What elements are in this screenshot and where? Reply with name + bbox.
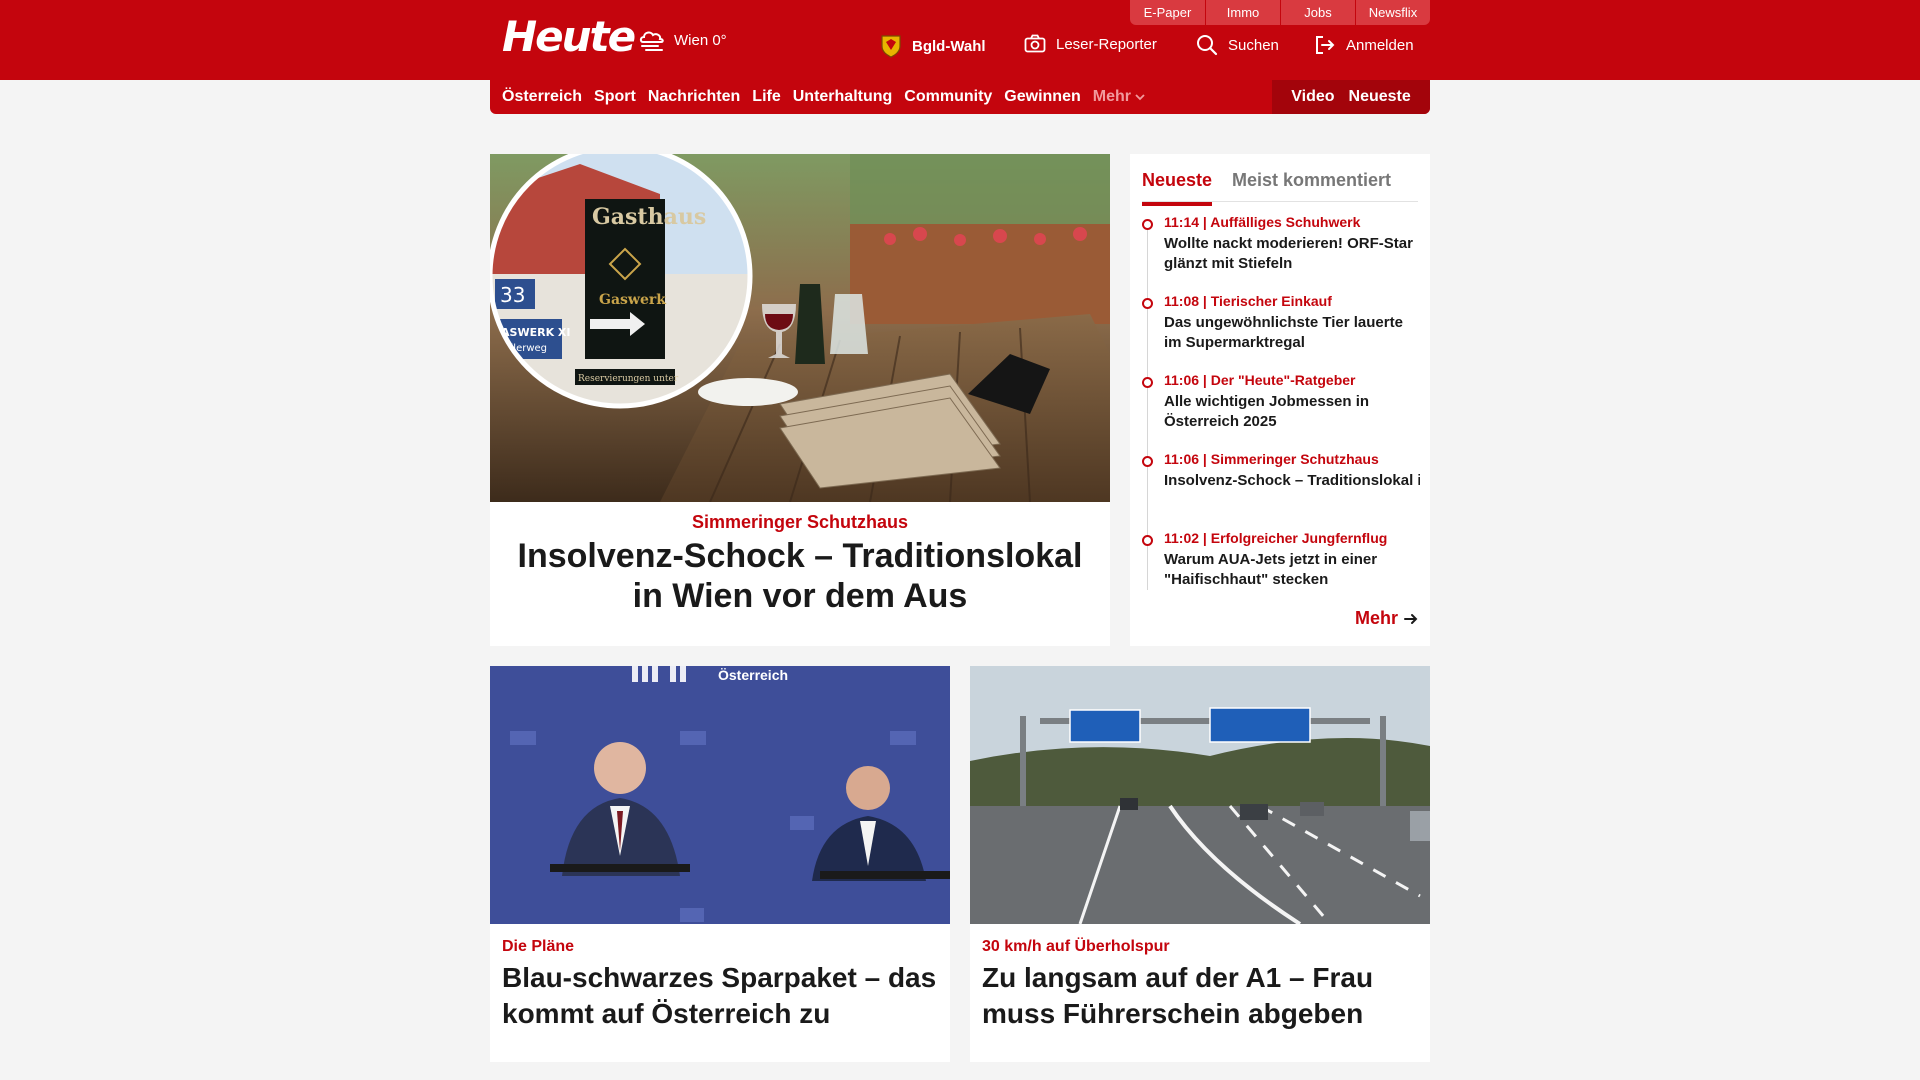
weather-label: Wien 0° xyxy=(674,31,727,49)
nav-leser-reporter-label: Leser-Reporter xyxy=(1056,35,1157,53)
article-card[interactable]: 30 km/h auf Überholspur Zu langsam auf d… xyxy=(970,666,1430,1062)
nav-bgld-wahl[interactable]: Bgld-Wahl xyxy=(880,34,986,58)
timeline-dot-icon xyxy=(1142,535,1153,546)
utility-link-epaper[interactable]: E-Paper xyxy=(1130,0,1205,25)
active-tab-indicator xyxy=(1142,202,1212,206)
restaurant-table-photo: Gasthaus Gaswerk 33 GASWERK XI Gillerweg… xyxy=(490,154,1110,502)
feed-item-title: Warum AUA-Jets jetzt in einer "Haifischh… xyxy=(1164,551,1378,588)
card-kicker: Die Pläne xyxy=(502,938,575,955)
weather-widget[interactable]: Wien 0° xyxy=(638,26,727,54)
utility-nav: E-Paper Immo Jobs Newsflix xyxy=(1130,0,1430,25)
nav-login-label: Anmelden xyxy=(1346,36,1414,54)
feed-item-title: Insolvenz-Schock – Traditionslokal in Wi… xyxy=(1164,472,1420,489)
nav-item-community[interactable]: Community xyxy=(904,88,992,106)
feed-item-meta: 11:02 | Erfolgreicher Jungfernflug xyxy=(1164,530,1388,546)
feed-item-title: Wollte nackt moderieren! ORF-Star glänzt… xyxy=(1164,235,1413,272)
highway-photo xyxy=(970,666,1430,924)
feed-item-meta: 11:06 | Simmeringer Schutzhaus xyxy=(1164,451,1379,467)
nav-item-gewinnen[interactable]: Gewinnen xyxy=(1004,88,1080,106)
camera-icon xyxy=(1024,34,1046,53)
timeline-dot-icon xyxy=(1142,377,1153,388)
nav-item-neueste[interactable]: Neueste xyxy=(1349,88,1411,106)
feed-item-meta: 11:14 | Auffälliges Schuhwerk xyxy=(1164,214,1361,230)
utility-link-jobs[interactable]: Jobs xyxy=(1280,0,1355,25)
search-icon xyxy=(1197,35,1218,56)
hero-headline[interactable]: Insolvenz-Schock – Traditionslokal in Wi… xyxy=(510,536,1090,616)
sidebar-more-label: Mehr xyxy=(1354,608,1398,628)
hero-image: Gasthaus Gaswerk 33 GASWERK XI Gillerweg… xyxy=(490,154,1110,502)
coat-of-arms-icon xyxy=(881,35,901,58)
card-headline[interactable]: Blau-schwarzes Sparpaket – das kommt auf… xyxy=(502,960,938,1032)
hero-kicker: Simmeringer Schutzhaus xyxy=(691,512,909,532)
sign-reservations: Reservierungen unter xyxy=(578,374,679,384)
feed-item-title: Das ungewöhnlichste Tier lauerte im Supe… xyxy=(1164,314,1403,351)
article-card[interactable]: Österreich Die Pläne Blau-schwarzes Spar… xyxy=(490,666,950,1062)
sidebar-more-link[interactable]: Mehr xyxy=(1355,608,1418,629)
nav-item-oesterreich[interactable]: Österreich xyxy=(502,88,582,106)
tab-neueste[interactable]: Neueste xyxy=(1142,170,1212,191)
press-conference-photo: Österreich xyxy=(490,666,950,924)
login-icon xyxy=(1316,36,1335,54)
timeline-dot-icon xyxy=(1142,219,1153,230)
card-image-caption: Österreich xyxy=(718,667,788,683)
nav-item-life[interactable]: Life xyxy=(752,88,780,106)
cloud-wind-icon xyxy=(639,31,664,51)
feed-item-meta: 11:06 | Der "Heute"-Ratgeber xyxy=(1164,372,1356,388)
nav-item-sport[interactable]: Sport xyxy=(594,88,636,106)
nav-search-label: Suchen xyxy=(1228,36,1279,54)
nav-item-more-label: Mehr xyxy=(1092,88,1131,105)
arrow-right-icon xyxy=(1404,613,1418,624)
utility-link-immo[interactable]: Immo xyxy=(1205,0,1280,25)
nav-search[interactable]: Suchen xyxy=(1196,34,1279,56)
sign-gaswerk: Gaswerk xyxy=(599,292,666,308)
latest-news-sidebar: Neueste Meist kommentiert 11:14 | Auffäl… xyxy=(1130,154,1430,646)
card-headline[interactable]: Zu langsam auf der A1 – Frau muss Führer… xyxy=(982,960,1418,1032)
nav-right-group: Video Neueste xyxy=(1272,80,1430,114)
timeline-dot-icon xyxy=(1142,298,1153,309)
tab-meist-kommentiert[interactable]: Meist kommentiert xyxy=(1232,170,1391,191)
main-navigation: Österreich Sport Nachrichten Life Unterh… xyxy=(490,80,1430,114)
nav-item-nachrichten[interactable]: Nachrichten xyxy=(648,88,740,106)
hero-article[interactable]: Gasthaus Gaswerk 33 GASWERK XI Gillerweg… xyxy=(490,154,1110,646)
utility-link-newsflix[interactable]: Newsflix xyxy=(1355,0,1430,25)
feed-item-title: Alle wichtigen Jobmessen in Österreich 2… xyxy=(1164,393,1370,430)
card-image xyxy=(970,666,1430,924)
nav-item-video[interactable]: Video xyxy=(1291,88,1334,106)
card-image: Österreich xyxy=(490,666,950,924)
nav-bgld-wahl-label: Bgld-Wahl xyxy=(912,37,986,55)
sidebar-tabs: Neueste Meist kommentiert xyxy=(1142,162,1418,206)
nav-leser-reporter[interactable]: Leser-Reporter xyxy=(1024,34,1157,54)
nav-item-more[interactable]: Mehr xyxy=(1093,88,1145,106)
feed-item-meta: 11:08 | Tierischer Einkauf xyxy=(1164,293,1332,309)
sign-house-number: 33 xyxy=(500,283,525,307)
timeline-dot-icon xyxy=(1142,456,1153,467)
chevron-down-icon xyxy=(1135,94,1145,101)
nav-item-unterhaltung[interactable]: Unterhaltung xyxy=(793,88,893,106)
sign-gasthaus: Gasthaus xyxy=(592,204,706,230)
site-logo[interactable]: Heute xyxy=(502,12,636,62)
nav-login[interactable]: Anmelden xyxy=(1314,34,1414,56)
card-kicker: 30 km/h auf Überholspur xyxy=(982,938,1170,955)
